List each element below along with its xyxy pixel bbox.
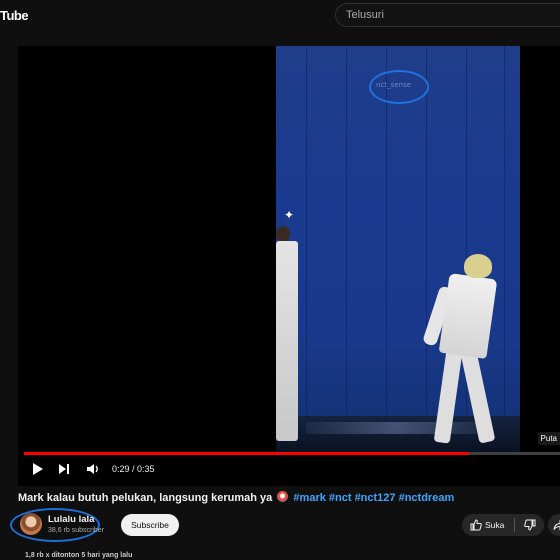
share-icon bbox=[553, 519, 560, 531]
view-count: 1,8 rb x ditonton 5 hari yang lalu bbox=[25, 552, 133, 559]
thumbs-up-icon bbox=[470, 519, 482, 531]
curtain-line bbox=[426, 46, 427, 416]
video-player[interactable]: nct_sense ✦ Puta 0:29 / 0:35 bbox=[18, 46, 560, 486]
video-hashtags[interactable]: #mark #nct #nct127 #nctdream bbox=[293, 492, 454, 504]
emoji-icon bbox=[277, 491, 289, 502]
like-button[interactable]: Suka bbox=[462, 514, 514, 536]
player-controls: 0:29 / 0:35 bbox=[18, 458, 560, 482]
time-display: 0:29 / 0:35 bbox=[112, 464, 155, 474]
dislike-button[interactable] bbox=[516, 514, 544, 536]
like-divider bbox=[514, 518, 515, 532]
share-button[interactable] bbox=[548, 514, 560, 536]
progress-bar[interactable] bbox=[24, 452, 560, 455]
playback-hint: Puta bbox=[537, 432, 560, 445]
video-frame[interactable]: nct_sense ✦ bbox=[276, 46, 520, 452]
like-label: Suka bbox=[485, 520, 505, 530]
search-input[interactable]: Telusuri bbox=[335, 3, 560, 27]
dancer-head bbox=[464, 254, 492, 278]
subscriber-count: 38,6 rb subscriber bbox=[48, 527, 105, 534]
channel-avatar[interactable] bbox=[20, 513, 42, 535]
video-title-text: Mark kalau butuh pelukan, langsung kerum… bbox=[18, 492, 273, 504]
channel-name[interactable]: Lulalu lala bbox=[48, 514, 94, 525]
curtain-line bbox=[346, 46, 347, 416]
sparkle-icon: ✦ bbox=[284, 208, 295, 222]
youtube-logo[interactable]: Tube bbox=[0, 8, 29, 23]
video-title: Mark kalau butuh pelukan, langsung kerum… bbox=[18, 491, 454, 504]
curtain-line bbox=[306, 46, 307, 416]
curtain-line bbox=[504, 46, 505, 416]
next-icon[interactable] bbox=[58, 462, 70, 481]
like-dislike-group: Suka bbox=[462, 514, 544, 536]
top-bar: Tube Telusuri bbox=[0, 0, 560, 32]
video-watermark: nct_sense bbox=[376, 81, 411, 89]
stage-light bbox=[306, 422, 486, 434]
dancer-torso bbox=[438, 273, 498, 359]
play-icon[interactable] bbox=[32, 462, 44, 481]
dancer-left-head bbox=[276, 226, 290, 242]
dancer-left-body bbox=[276, 241, 298, 441]
volume-icon[interactable] bbox=[86, 462, 100, 481]
thumbs-down-icon bbox=[524, 519, 536, 531]
progress-fill bbox=[24, 452, 469, 455]
search-placeholder: Telusuri bbox=[346, 9, 384, 21]
subscribe-button[interactable]: Subscribe bbox=[121, 514, 179, 536]
